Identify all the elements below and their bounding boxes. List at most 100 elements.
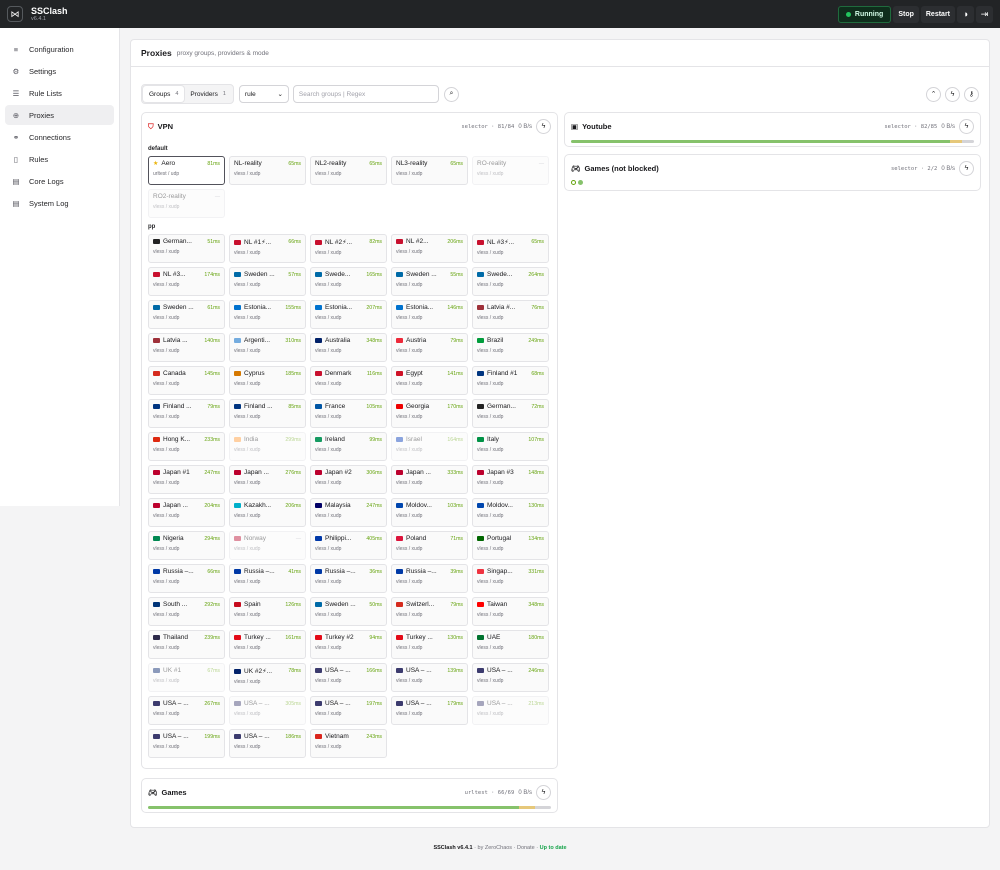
proxy-card[interactable]: Thailand 239ms vless / xudp	[148, 630, 225, 659]
proxy-card[interactable]: German... 51ms vless / xudp	[148, 234, 225, 263]
proxy-card[interactable]: Ireland 99ms vless / xudp	[310, 432, 387, 461]
proxy-card[interactable]: Sweden ... 61ms vless / xudp	[148, 300, 225, 329]
proxy-card[interactable]: Georgia 170ms vless / xudp	[391, 399, 468, 428]
tab-providers[interactable]: Providers 1	[184, 86, 232, 102]
proxy-card[interactable]: USA – ... 197ms vless / xudp	[310, 696, 387, 725]
proxy-card[interactable]: Portugal 134ms vless / xudp	[472, 531, 549, 560]
proxy-card[interactable]: NL #2⚡... 82ms vless / xudp	[310, 234, 387, 263]
donate-link[interactable]: Donate	[517, 845, 535, 851]
proxy-card[interactable]: Malaysia 247ms vless / xudp	[310, 498, 387, 527]
proxy-card[interactable]: RO-reality — vless / xudp	[472, 156, 549, 185]
proxy-card[interactable]: Sweden ... 57ms vless / xudp	[229, 267, 306, 296]
proxy-card[interactable]: Spain 126ms vless / xudp	[229, 597, 306, 626]
tab-groups[interactable]: Groups 4	[143, 86, 185, 102]
test-all-button[interactable]: ϟ	[945, 86, 960, 102]
proxy-card[interactable]: USA – ... 186ms vless / xudp	[229, 729, 306, 758]
proxy-card[interactable]: Russia –... 66ms vless / xudp	[148, 564, 225, 593]
proxy-card[interactable]: USA – ... 179ms vless / xudp	[391, 696, 468, 725]
proxy-card[interactable]: ★ Aero 81ms urltest / udp	[148, 156, 225, 185]
proxy-card[interactable]: Norway — vless / xudp	[229, 531, 306, 560]
proxy-card[interactable]: Israel 164ms vless / xudp	[391, 432, 468, 461]
group-youtube-test-button[interactable]: ϟ	[959, 119, 974, 134]
proxy-card[interactable]: Russia –... 36ms vless / xudp	[310, 564, 387, 593]
group-vpn-header[interactable]: ⛉ VPN selector · 81/84 0 B/s ϟ	[142, 113, 557, 140]
logout-icon[interactable]: ⇥	[976, 5, 993, 23]
group-vpn-test-button[interactable]: ϟ	[536, 119, 551, 134]
sidebar-item-proxies[interactable]: ⊕ Proxies	[5, 105, 114, 125]
proxy-card[interactable]: NL #1⚡... 66ms vless / xudp	[229, 234, 306, 263]
proxy-card[interactable]: Australia 348ms vless / xudp	[310, 333, 387, 362]
proxy-card[interactable]: Finland #1 68ms vless / xudp	[472, 366, 549, 395]
mode-select[interactable]: rule ⌄	[238, 85, 289, 103]
proxy-card[interactable]: USA – ... 166ms vless / xudp	[310, 663, 387, 692]
proxy-card[interactable]: Argenti... 310ms vless / xudp	[229, 333, 306, 362]
group-youtube-header[interactable]: ▣ Youtube selector · 82/85 0 B/s ϟ	[565, 113, 980, 140]
group-games-test-button[interactable]: ϟ	[536, 785, 551, 800]
proxy-card[interactable]: Hong K... 233ms vless / xudp	[148, 432, 225, 461]
group-games-not-blocked-test-button[interactable]: ϟ	[959, 161, 974, 176]
proxy-card[interactable]: Taiwan 348ms vless / xudp	[472, 597, 549, 626]
proxy-card[interactable]: Estonia... 207ms vless / xudp	[310, 300, 387, 329]
proxy-card[interactable]: USA – ... 199ms vless / xudp	[148, 729, 225, 758]
proxy-card[interactable]: Moldov... 103ms vless / xudp	[391, 498, 468, 527]
proxy-dot-icon[interactable]	[571, 180, 576, 185]
proxy-card[interactable]: Japan ... 204ms vless / xudp	[148, 498, 225, 527]
proxy-card[interactable]: UK #2⚡... 78ms vless / xudp	[229, 663, 306, 692]
proxy-card[interactable]: Italy 107ms vless / xudp	[472, 432, 549, 461]
proxy-card[interactable]: India 299ms vless / xudp	[229, 432, 306, 461]
group-games-header[interactable]: 🎮︎ Games urltest · 66/69 0 B/s ϟ	[142, 779, 557, 806]
proxy-card[interactable]: Philippi... 405ms vless / xudp	[310, 531, 387, 560]
proxy-card[interactable]: Turkey ... 161ms vless / xudp	[229, 630, 306, 659]
sidebar-item-connections[interactable]: ⚭ Connections	[5, 127, 114, 147]
proxy-card[interactable]: USA – ... 213ms vless / xudp	[472, 696, 549, 725]
proxy-card[interactable]: NL #3⚡... 65ms vless / xudp	[472, 234, 549, 263]
proxy-card[interactable]: UK #1 67ms vless / xudp	[148, 663, 225, 692]
proxy-card[interactable]: UAE 180ms vless / xudp	[472, 630, 549, 659]
footer-author[interactable]: by ZeroChaos	[478, 845, 513, 851]
proxy-card[interactable]: Swede... 165ms vless / xudp	[310, 267, 387, 296]
proxy-card[interactable]: Switzerl... 79ms vless / xudp	[391, 597, 468, 626]
proxy-card[interactable]: USA – ... 139ms vless / xudp	[391, 663, 468, 692]
search-input[interactable]: Search groups | Regex	[292, 85, 439, 103]
proxy-card[interactable]: Turkey ... 130ms vless / xudp	[391, 630, 468, 659]
proxy-card[interactable]: Japan ... 333ms vless / xudp	[391, 465, 468, 494]
proxy-card[interactable]: NL3-reality 65ms vless / xudp	[391, 156, 468, 185]
proxy-card[interactable]: RO2-reality — vless / xudp	[148, 189, 225, 218]
proxy-card[interactable]: Japan #1 247ms vless / xudp	[148, 465, 225, 494]
proxy-card[interactable]: NL-reality 65ms vless / xudp	[229, 156, 306, 185]
restart-button[interactable]: Restart	[920, 5, 955, 23]
proxy-card[interactable]: Canada 145ms vless / xudp	[148, 366, 225, 395]
proxy-card[interactable]: Latvia ... 140ms vless / xudp	[148, 333, 225, 362]
proxy-card[interactable]: NL2-reality 65ms vless / xudp	[310, 156, 387, 185]
proxy-card[interactable]: Austria 79ms vless / xudp	[391, 333, 468, 362]
proxy-card[interactable]: Brazil 249ms vless / xudp	[472, 333, 549, 362]
proxy-card[interactable]: Kazakh... 206ms vless / xudp	[229, 498, 306, 527]
search-button[interactable]: ⌕	[443, 86, 459, 102]
proxy-card[interactable]: Japan ... 276ms vless / xudp	[229, 465, 306, 494]
proxy-card[interactable]: Finland ... 85ms vless / xudp	[229, 399, 306, 428]
sidebar-item-system-log[interactable]: ▤ System Log	[5, 193, 114, 213]
proxy-card[interactable]: Estonia... 155ms vless / xudp	[229, 300, 306, 329]
sidebar-item-rules[interactable]: ▯ Rules	[5, 149, 114, 169]
proxy-card[interactable]: Denmark 116ms vless / xudp	[310, 366, 387, 395]
sidebar-item-core-logs[interactable]: ▤ Core Logs	[5, 171, 114, 191]
settings-key-button[interactable]: ⚷	[964, 86, 979, 102]
proxy-card[interactable]: South ... 292ms vless / xudp	[148, 597, 225, 626]
proxy-card[interactable]: Japan #2 306ms vless / xudp	[310, 465, 387, 494]
sidebar-item-settings[interactable]: ⚙ Settings	[5, 61, 114, 81]
sidebar-item-configuration[interactable]: ≡ Configuration	[5, 39, 114, 59]
theme-toggle-icon[interactable]: ◑	[957, 5, 974, 23]
proxy-card[interactable]: Russia –... 41ms vless / xudp	[229, 564, 306, 593]
proxy-card[interactable]: Finland ... 79ms vless / xudp	[148, 399, 225, 428]
proxy-card[interactable]: Moldov... 130ms vless / xudp	[472, 498, 549, 527]
proxy-dot-icon[interactable]	[578, 180, 583, 185]
proxy-card[interactable]: Latvia #... 76ms vless / xudp	[472, 300, 549, 329]
collapse-all-button[interactable]: ⌃	[926, 86, 941, 102]
group-games-not-blocked-header[interactable]: 🎮︎ Games (not blocked) selector · 2/2 0 B…	[565, 155, 980, 182]
proxy-card[interactable]: Cyprus 185ms vless / xudp	[229, 366, 306, 395]
proxy-card[interactable]: Nigeria 294ms vless / xudp	[148, 531, 225, 560]
proxy-card[interactable]: Russia –... 39ms vless / xudp	[391, 564, 468, 593]
proxy-card[interactable]: USA – ... 246ms vless / xudp	[472, 663, 549, 692]
proxy-card[interactable]: France 105ms vless / xudp	[310, 399, 387, 428]
proxy-card[interactable]: Swede... 264ms vless / xudp	[472, 267, 549, 296]
